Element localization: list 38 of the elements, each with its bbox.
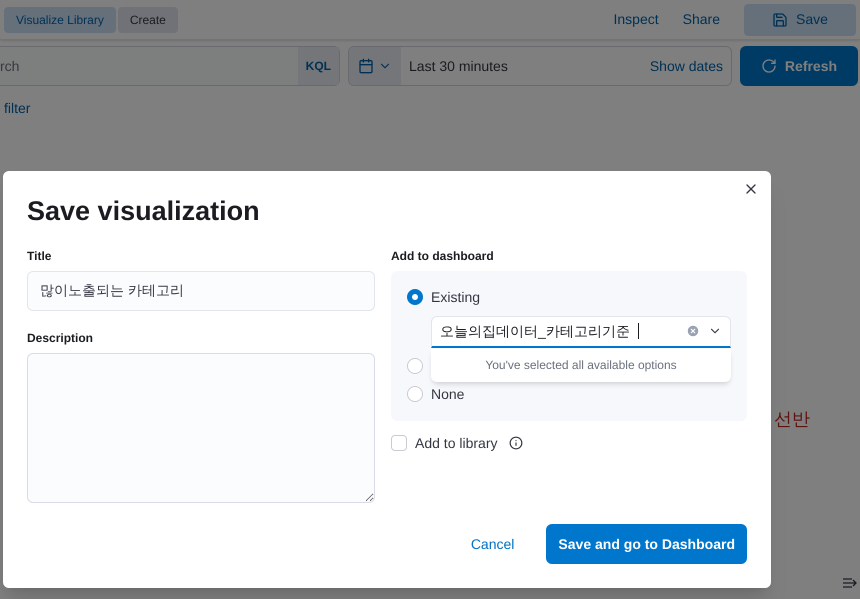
- field-label: Add to dashboard: [391, 248, 495, 265]
- radio-button[interactable]: [407, 289, 423, 306]
- combo-value: 오늘의집데이터_카테고리기준: [440, 322, 630, 341]
- info-icon[interactable]: [509, 436, 524, 450]
- refresh-button[interactable]: Refresh: [740, 46, 858, 86]
- save-icon: [772, 12, 788, 28]
- radio-button[interactable]: [407, 358, 423, 374]
- filter-link[interactable]: filter: [4, 98, 860, 119]
- calendar-icon: [358, 58, 374, 74]
- checkbox[interactable]: [391, 435, 407, 452]
- checkbox-label: Add to library: [415, 434, 498, 453]
- radio-label: None: [431, 384, 464, 404]
- date-picker-button[interactable]: [349, 47, 401, 85]
- save-button[interactable]: Save: [744, 4, 856, 36]
- background-text: 선반: [774, 408, 810, 431]
- save-and-go-button[interactable]: Save and go to Dashboard: [546, 524, 747, 564]
- header-link[interactable]: Inspect: [614, 9, 659, 30]
- clear-icon[interactable]: [686, 324, 700, 338]
- radio-button[interactable]: [407, 386, 423, 402]
- time-range[interactable]: Last 30 minutes: [409, 56, 508, 76]
- dropdown-message: You've selected all available options: [485, 357, 677, 374]
- title-input[interactable]: 많이노출되는 카테고리: [27, 270, 375, 311]
- field-label: Description: [27, 330, 94, 347]
- description-input[interactable]: [27, 352, 375, 503]
- radio-label: Existing: [431, 288, 480, 307]
- language-button[interactable]: KQL: [298, 47, 339, 85]
- header-link[interactable]: Share: [682, 9, 720, 30]
- menu-arrow-icon: [842, 576, 858, 590]
- dialog-title: Save visualization: [27, 195, 261, 228]
- cancel-button[interactable]: Cancel: [462, 534, 522, 554]
- search-value: rch: [0, 56, 20, 76]
- search-field[interactable]: rch KQL: [0, 46, 340, 86]
- breadcrumb[interactable]: Visualize Library: [4, 6, 116, 32]
- field-label: Title: [27, 248, 52, 265]
- refresh-icon: [760, 58, 777, 74]
- dashboard-combo-box[interactable]: 오늘의집데이터_카테고리기준: [431, 316, 731, 348]
- show-dates-link[interactable]: Show dates: [650, 56, 723, 76]
- breadcrumb[interactable]: Create: [118, 6, 178, 32]
